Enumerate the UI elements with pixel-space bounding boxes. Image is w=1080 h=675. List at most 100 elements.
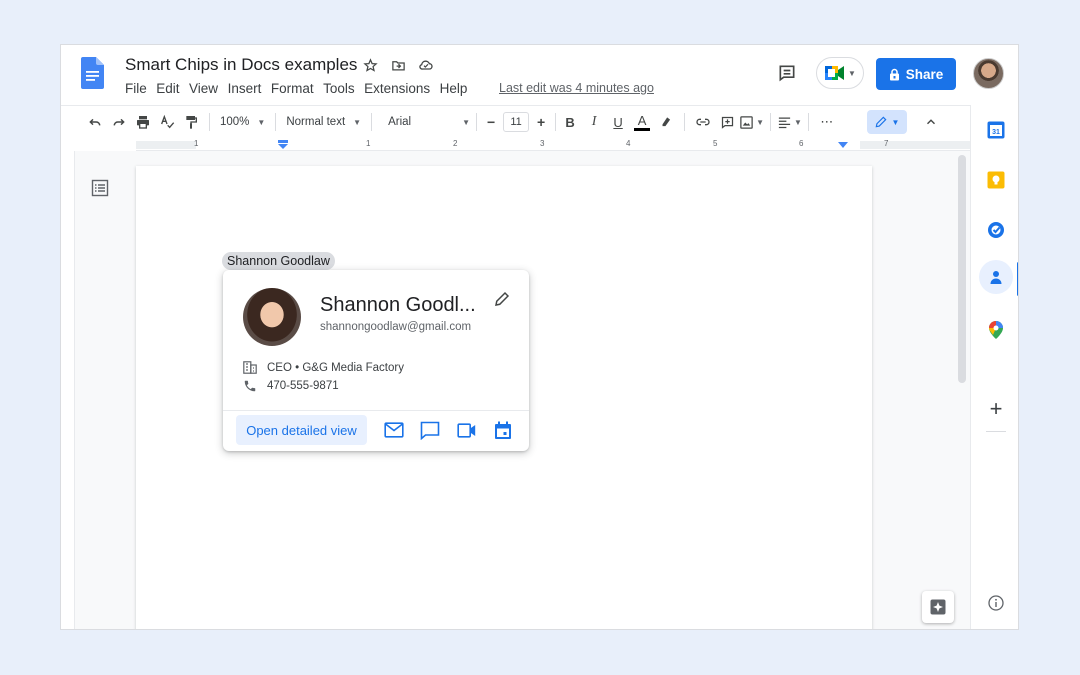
ruler-number: 1 — [366, 139, 371, 148]
print-icon[interactable] — [131, 110, 155, 134]
paint-format-icon[interactable] — [179, 110, 203, 134]
right-indent-marker-icon[interactable] — [838, 142, 848, 150]
meet-icon — [825, 66, 845, 80]
zoom-value: 100% — [220, 116, 250, 128]
menu-extensions[interactable]: Extensions — [364, 81, 436, 96]
contact-email[interactable]: shannongoodlaw@gmail.com — [320, 321, 471, 333]
paragraph-style-value: Normal text — [286, 116, 346, 128]
editing-mode-button[interactable]: ▼ — [866, 110, 907, 134]
last-edit-link[interactable]: Last edit was 4 minutes ago — [499, 81, 654, 95]
comment-history-button[interactable] — [773, 59, 801, 87]
move-folder-icon[interactable] — [389, 56, 407, 74]
bold-button[interactable]: B — [558, 110, 582, 134]
collapse-menus-icon[interactable] — [919, 110, 943, 134]
ruler-margin-right — [860, 141, 970, 149]
contact-phone[interactable]: 470-555-9871 — [267, 380, 339, 392]
underline-button[interactable]: U — [606, 110, 630, 134]
vertical-scrollbar[interactable] — [958, 155, 966, 383]
contact-organization-row: CEO • G&G Media Factory — [243, 361, 404, 374]
side-panel-divider — [986, 431, 1006, 432]
spellcheck-icon[interactable] — [155, 110, 179, 134]
header: Smart Chips in Docs examples File Edit V… — [61, 45, 1018, 105]
account-avatar[interactable] — [973, 58, 1004, 89]
menu-tools[interactable]: Tools — [323, 81, 360, 96]
phone-icon — [244, 380, 256, 392]
open-detailed-view-button[interactable]: Open detailed view — [236, 415, 367, 445]
docs-window: Smart Chips in Docs examples File Edit V… — [60, 44, 1019, 630]
caret-down-icon: ▼ — [756, 117, 764, 127]
menu-help[interactable]: Help — [440, 81, 473, 96]
font-select[interactable]: Arial ▼ — [378, 116, 474, 128]
indent-marker-icon[interactable] — [277, 140, 289, 150]
insert-image-icon[interactable]: ▼ — [739, 110, 764, 134]
toolbar-divider — [371, 113, 373, 131]
toolbar-divider — [476, 113, 478, 131]
cloud-status-icon[interactable] — [417, 56, 435, 74]
ruler-number: 2 — [453, 139, 458, 148]
toolbar-divider — [807, 113, 809, 131]
meet-button[interactable]: ▼ — [816, 57, 864, 89]
toolbar-divider — [555, 113, 557, 131]
contact-phone-row: 470-555-9871 — [243, 379, 339, 393]
redo-icon[interactable] — [107, 110, 131, 134]
font-size-input[interactable]: 11 — [503, 112, 530, 132]
add-comment-icon[interactable] — [715, 110, 739, 134]
email-icon[interactable] — [384, 420, 404, 440]
menu-edit[interactable]: Edit — [156, 81, 185, 96]
horizontal-ruler[interactable]: 1 1 2 3 4 5 6 7 — [136, 139, 970, 151]
caret-down-icon: ▼ — [793, 117, 802, 127]
pencil-icon — [876, 116, 887, 128]
tasks-icon[interactable] — [986, 220, 1006, 240]
ruler-number: 1 — [194, 139, 199, 148]
font-value: Arial — [388, 116, 412, 128]
ruler-number: 4 — [626, 139, 631, 148]
text-color-button[interactable]: A — [630, 110, 654, 134]
calendar-icon[interactable]: 31 — [986, 120, 1006, 140]
menu-insert[interactable]: Insert — [228, 81, 267, 96]
undo-icon[interactable] — [83, 110, 107, 134]
explore-button[interactable] — [922, 591, 954, 623]
share-label: Share — [905, 66, 944, 82]
contacts-icon[interactable] — [986, 267, 1006, 287]
caret-down-icon: ▼ — [353, 117, 362, 127]
comments-icon — [779, 65, 795, 82]
add-ons-button[interactable]: + — [986, 396, 1006, 421]
menu-file[interactable]: File — [125, 81, 152, 96]
maps-icon[interactable] — [986, 320, 1006, 340]
person-card-popup: Shannon Goodl... shannongoodlaw@gmail.co… — [223, 270, 529, 451]
keep-icon[interactable] — [986, 170, 1006, 190]
star-icon[interactable] — [361, 56, 379, 74]
link-icon[interactable] — [691, 110, 715, 134]
increase-font-size-button[interactable]: + — [529, 110, 553, 134]
contact-role: CEO • G&G Media Factory — [267, 361, 404, 374]
more-options-button[interactable]: ⋯ — [815, 110, 839, 134]
explore-icon — [930, 599, 946, 615]
share-button[interactable]: Share — [876, 58, 956, 90]
toolbar-divider — [209, 113, 210, 131]
align-icon[interactable]: ▼ — [777, 110, 802, 134]
zoom-select[interactable]: 100% ▼ — [216, 116, 269, 128]
calendar-event-icon[interactable] — [493, 420, 513, 440]
paragraph-style-select[interactable]: Normal text ▼ — [282, 116, 365, 128]
info-icon[interactable] — [986, 593, 1006, 613]
highlight-icon[interactable] — [654, 110, 678, 134]
menu-view[interactable]: View — [189, 81, 224, 96]
ruler-margin-left — [136, 141, 196, 149]
caret-down-icon: ▼ — [462, 117, 471, 127]
contact-photo — [243, 288, 301, 346]
menu-format[interactable]: Format — [271, 81, 319, 96]
video-call-icon[interactable] — [457, 420, 477, 440]
docs-logo-icon[interactable] — [81, 57, 104, 89]
vertical-ruler[interactable] — [61, 151, 75, 629]
contact-name: Shannon Goodl... — [320, 294, 476, 316]
person-smart-chip[interactable]: Shannon Goodlaw — [222, 252, 335, 270]
italic-button[interactable]: I — [582, 110, 606, 134]
document-title[interactable]: Smart Chips in Docs examples — [125, 55, 357, 75]
decrease-font-size-button[interactable]: − — [479, 110, 503, 134]
document-outline-icon[interactable] — [91, 179, 109, 197]
side-panel: 31 + — [970, 105, 1018, 629]
chat-icon[interactable] — [420, 420, 440, 440]
chevron-down-icon: ▼ — [848, 68, 856, 78]
ruler-number: 6 — [799, 139, 804, 148]
edit-pencil-icon[interactable] — [493, 290, 511, 308]
